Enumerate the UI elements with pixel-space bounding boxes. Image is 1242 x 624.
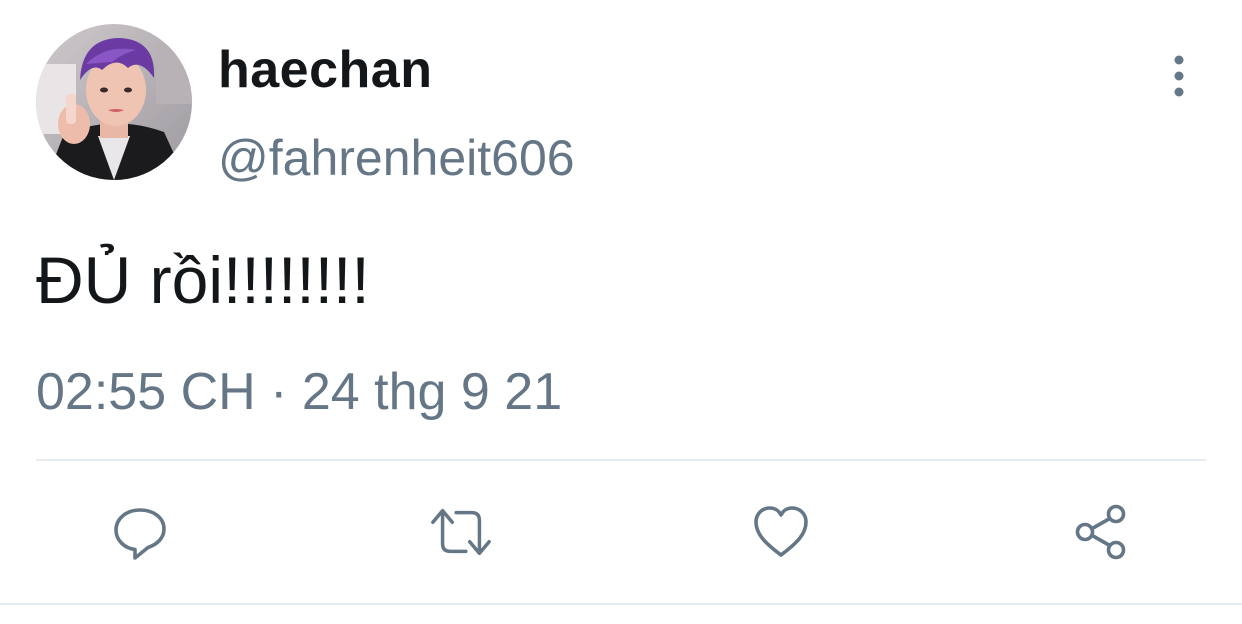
- share-button[interactable]: [1069, 500, 1133, 564]
- tweet-text: ĐỦ rồi!!!!!!!!: [36, 243, 370, 317]
- tweet-timestamp[interactable]: 02:55 CH · 24 thg 9 21: [36, 360, 562, 424]
- avatar[interactable]: [36, 24, 192, 180]
- retweet-button[interactable]: [429, 500, 493, 564]
- like-button[interactable]: [749, 500, 813, 564]
- reply-icon: [114, 508, 166, 560]
- more-options-icon[interactable]: [1162, 52, 1196, 100]
- divider: [0, 603, 1242, 605]
- retweet-icon: [431, 508, 491, 556]
- divider: [36, 459, 1206, 461]
- user-handle[interactable]: @fahrenheit606: [218, 128, 575, 188]
- tweet-detail: haechan @fahrenheit606 ĐỦ rồi!!!!!!!! 02…: [0, 0, 1242, 624]
- display-name[interactable]: haechan: [218, 40, 432, 100]
- heart-icon: [754, 506, 808, 557]
- reply-button[interactable]: [108, 500, 172, 564]
- avatar-image: [36, 24, 192, 180]
- share-icon: [1075, 504, 1126, 560]
